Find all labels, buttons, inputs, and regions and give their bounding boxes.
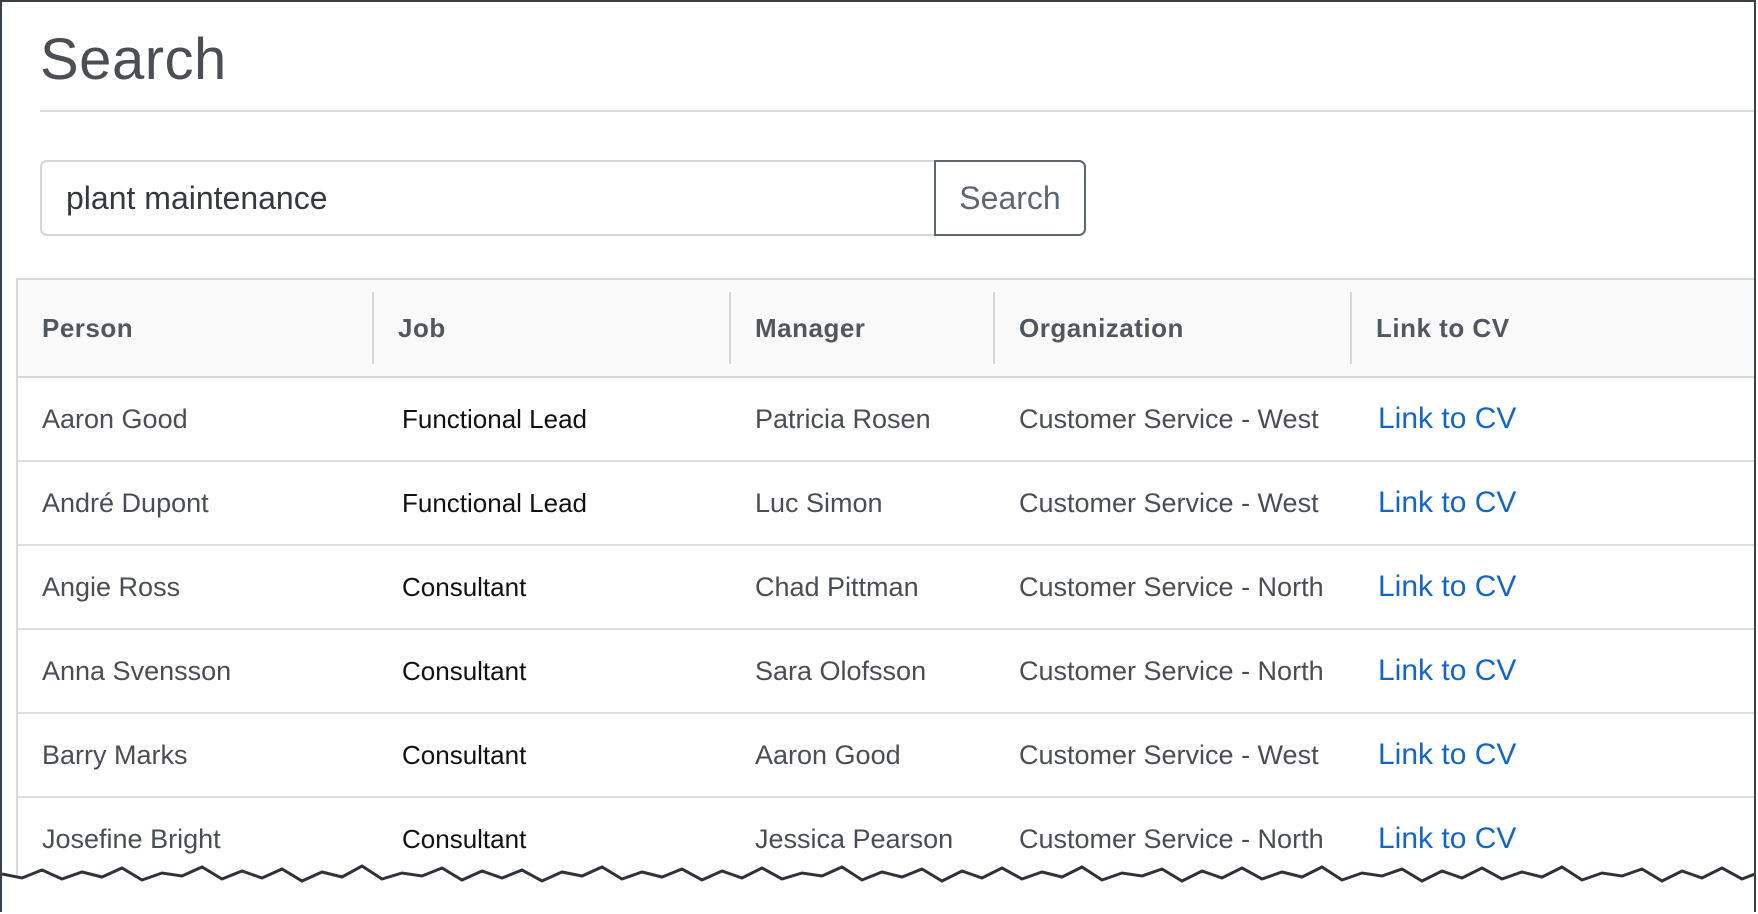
job-cell: Functional Lead [402,403,588,434]
organization-cell: Customer Service - West [1019,487,1319,518]
job-cell: Consultant [402,571,527,602]
person-cell: Angie Ross [42,571,181,602]
torn-edge-decoration [2,864,1754,912]
cv-link-cell: Link to CV [1352,713,1754,797]
search-input[interactable] [40,160,934,236]
manager-cell: Patricia Rosen [755,403,931,434]
job-cell: Functional Lead [402,487,588,518]
manager-cell: Sara Olofsson [755,655,927,686]
cv-link-cell: Link to CV [1352,629,1754,713]
person-cell: André Dupont [42,487,209,518]
table-row: Anna Svensson Consultant Sara Olofsson C… [18,629,1754,713]
column-header-organization[interactable]: Organization [995,280,1352,377]
column-header-person[interactable]: Person [18,280,374,377]
organization-cell: Customer Service - West [1019,403,1319,434]
cv-link[interactable]: Link to CV [1378,822,1516,855]
table-row: Angie Ross Consultant Chad Pittman Custo… [18,545,1754,629]
table-row: Barry Marks Consultant Aaron Good Custom… [18,713,1754,797]
search-button[interactable]: Search [934,160,1086,236]
cv-link-cell: Link to CV [1352,545,1754,629]
manager-cell: Aaron Good [755,739,901,770]
cv-link[interactable]: Link to CV [1378,570,1516,603]
organization-cell: Customer Service - North [1019,571,1324,602]
manager-cell: Chad Pittman [755,571,919,602]
table-row: Aaron Good Functional Lead Patricia Rose… [18,377,1754,461]
cv-link[interactable]: Link to CV [1378,486,1516,519]
cv-link-cell: Link to CV [1352,377,1754,461]
column-header-job[interactable]: Job [374,280,731,377]
page-title: Search [40,27,227,92]
person-cell: Anna Svensson [42,655,232,686]
job-cell: Consultant [402,739,527,770]
person-cell: Aaron Good [42,403,188,434]
cv-link-cell: Link to CV [1352,461,1754,545]
organization-cell: Customer Service - West [1019,739,1319,770]
cv-link[interactable]: Link to CV [1378,402,1516,435]
results-table-container: Person Job Manager Organization Link to … [16,278,1754,912]
screenshot-frame: Search Search Person Job Manager Organiz… [0,0,1756,912]
results-table: Person Job Manager Organization Link to … [18,280,1754,882]
person-cell: Barry Marks [42,739,188,770]
table-header-row: Person Job Manager Organization Link to … [18,280,1754,377]
manager-cell: Luc Simon [755,487,883,518]
cv-link[interactable]: Link to CV [1378,738,1516,771]
column-header-link-to-cv[interactable]: Link to CV [1352,280,1754,377]
organization-cell: Customer Service - North [1019,655,1324,686]
table-row: André Dupont Functional Lead Luc Simon C… [18,461,1754,545]
cv-link[interactable]: Link to CV [1378,654,1516,687]
title-divider [40,110,1754,112]
search-bar: Search [40,160,1086,236]
job-cell: Consultant [402,655,527,686]
column-header-manager[interactable]: Manager [731,280,995,377]
